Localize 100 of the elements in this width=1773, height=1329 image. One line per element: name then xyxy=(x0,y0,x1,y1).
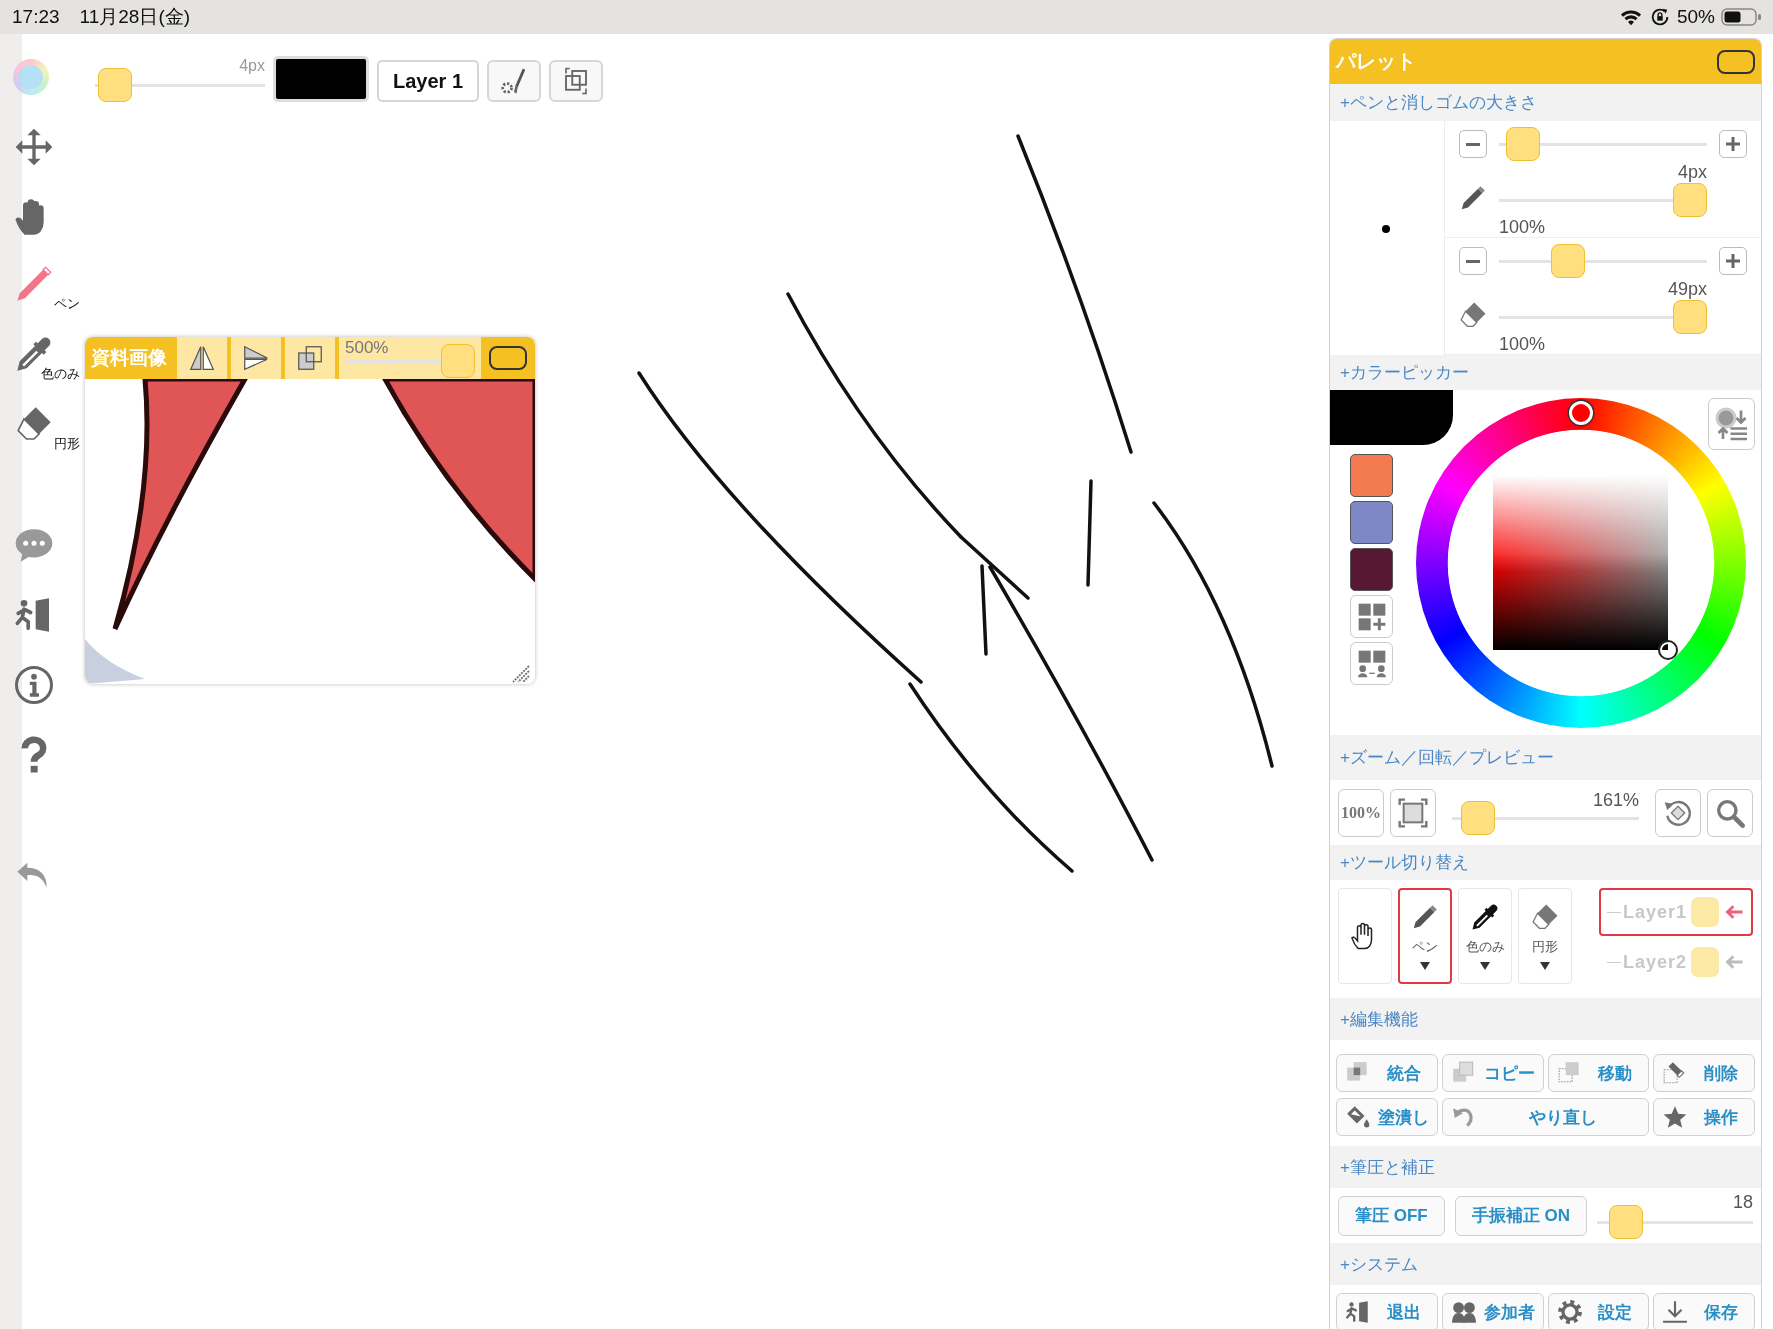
color-swatch[interactable] xyxy=(1350,454,1393,497)
fit-screen-icon xyxy=(1397,796,1429,829)
opacity-slider[interactable] xyxy=(1499,300,1707,334)
opacity-reading: 100% xyxy=(1499,334,1546,354)
people-icon xyxy=(1450,1299,1477,1325)
redo-button[interactable]: やり直し xyxy=(1441,1098,1650,1136)
color-wheel-icon[interactable] xyxy=(13,59,49,95)
collapse-toggle[interactable] xyxy=(489,346,527,370)
decrease-button[interactable] xyxy=(1459,130,1487,158)
paint-bucket-icon xyxy=(1345,1104,1371,1130)
slider-thumb[interactable] xyxy=(1461,800,1496,835)
transform-button[interactable] xyxy=(549,60,604,102)
stacked-squares-icon xyxy=(295,343,325,373)
saturation-square[interactable] xyxy=(1493,475,1668,650)
current-color-swatch[interactable] xyxy=(1330,390,1453,445)
dropper-tool[interactable]: 色のみ xyxy=(8,322,80,392)
section-heading[interactable]: +筆圧と補正 xyxy=(1330,1146,1761,1188)
slider-thumb[interactable] xyxy=(1505,127,1540,161)
color-swatch[interactable] xyxy=(1350,501,1393,544)
split-triangle-icon xyxy=(241,343,271,373)
move-button[interactable]: 移動 xyxy=(1547,1054,1650,1092)
section-heading[interactable]: +編集機能 xyxy=(1330,998,1761,1040)
dropper-tool[interactable]: 色のみ xyxy=(1458,888,1512,984)
size-reading: 4px xyxy=(1677,161,1707,183)
status-time: 17:23 xyxy=(12,6,60,28)
picker-mode-button[interactable] xyxy=(1708,398,1755,450)
minus-icon xyxy=(1466,142,1480,146)
pen-tool[interactable]: ペン xyxy=(8,252,80,322)
brush-preview-dot xyxy=(1382,225,1390,233)
fit-screen-button[interactable] xyxy=(1390,788,1436,837)
section-heading[interactable]: +システム xyxy=(1330,1243,1761,1285)
battery-icon xyxy=(1721,7,1763,27)
delete-button[interactable]: 削除 xyxy=(1653,1054,1755,1092)
settings-button[interactable]: 設定 xyxy=(1547,1293,1650,1329)
panel-title: パレット xyxy=(1336,49,1416,74)
slider-thumb[interactable] xyxy=(1673,183,1707,217)
reset-rotation-button[interactable] xyxy=(1655,788,1701,837)
share-swatches-button[interactable] xyxy=(1350,642,1393,685)
flip-horizontal-button[interactable] xyxy=(177,337,227,379)
collapse-toggle[interactable] xyxy=(1717,49,1755,74)
section-heading[interactable]: +ペンと消しゴムの大きさ xyxy=(1330,84,1761,121)
exit-door-icon xyxy=(1345,1299,1371,1325)
duplicate-button[interactable] xyxy=(285,337,335,379)
color-swatch[interactable] xyxy=(1350,548,1393,591)
save-button[interactable]: 保存 xyxy=(1653,1293,1755,1329)
favorite-button[interactable]: 操作 xyxy=(1653,1098,1755,1136)
search-button[interactable] xyxy=(1707,788,1753,837)
increase-button[interactable] xyxy=(1719,130,1747,158)
pen-tool[interactable]: ペン xyxy=(1398,888,1452,984)
tool-label: ペン xyxy=(54,295,80,311)
section-heading[interactable]: +ツール切り替え xyxy=(1330,845,1761,880)
flip-vertical-button[interactable] xyxy=(231,337,281,379)
people-button[interactable]: 参加者 xyxy=(1441,1293,1544,1329)
reset-zoom-button[interactable]: 100% xyxy=(1338,788,1384,837)
resize-grip-icon xyxy=(511,664,531,684)
dropper-icon xyxy=(1470,902,1500,932)
slider-thumb[interactable] xyxy=(1673,300,1707,334)
left-arrow-icon xyxy=(1725,902,1745,922)
zoom-reading: 500% xyxy=(345,339,389,356)
toggle-button[interactable]: 手振補正 ON xyxy=(1454,1195,1587,1236)
opacity-slider[interactable] xyxy=(1499,183,1707,217)
move-arrows-icon xyxy=(14,127,54,167)
settings-icon xyxy=(1556,1299,1583,1325)
caret-icon xyxy=(1540,962,1550,970)
increase-button[interactable] xyxy=(1719,247,1747,275)
section-heading[interactable]: +カラーピッカー xyxy=(1330,355,1761,390)
window-title: 資料画像 xyxy=(90,346,168,370)
plus-icon xyxy=(1726,137,1740,151)
hand-tool[interactable] xyxy=(1338,888,1392,984)
color-marker[interactable] xyxy=(1658,640,1678,660)
brush-settings-button[interactable] xyxy=(487,60,542,102)
section-heading[interactable]: +ズーム／回転／プレビュー xyxy=(1330,735,1761,780)
slider-thumb[interactable] xyxy=(1609,1204,1644,1239)
fill-button[interactable]: 塗潰し xyxy=(1336,1098,1438,1136)
zoom-reading: 161% xyxy=(1592,790,1639,809)
star-icon xyxy=(1662,1104,1689,1130)
left-arrow-icon xyxy=(1725,952,1745,972)
hue-marker[interactable] xyxy=(1569,401,1593,425)
layer-handle[interactable] xyxy=(1691,897,1720,927)
copy-button[interactable]: コピー xyxy=(1441,1054,1544,1092)
status-date: 11月28日(金) xyxy=(79,5,191,29)
add-swatch-button[interactable] xyxy=(1350,595,1393,638)
slider-thumb[interactable] xyxy=(1551,244,1586,278)
merge-button[interactable]: 統合 xyxy=(1336,1054,1438,1092)
toggle-button[interactable]: 筆圧 OFF xyxy=(1338,1195,1445,1236)
size-slider[interactable] xyxy=(1499,244,1707,278)
current-color-swatch[interactable] xyxy=(273,56,369,102)
eraser-tool[interactable]: 円形 xyxy=(8,392,80,462)
tool-label: 円形 xyxy=(54,435,80,451)
slider-thumb[interactable] xyxy=(441,344,475,378)
download-icon xyxy=(1662,1299,1689,1325)
size-slider[interactable] xyxy=(1499,127,1707,161)
layer-button[interactable]: Layer 1 xyxy=(377,60,480,102)
eraser-icon xyxy=(1530,902,1560,932)
layer-handle[interactable] xyxy=(1691,947,1720,977)
slider-thumb[interactable] xyxy=(97,68,132,102)
eraser-icon xyxy=(1458,300,1488,330)
decrease-button[interactable] xyxy=(1459,247,1487,275)
eraser-tool[interactable]: 円形 xyxy=(1518,888,1572,984)
exit-button[interactable]: 退出 xyxy=(1336,1293,1438,1329)
